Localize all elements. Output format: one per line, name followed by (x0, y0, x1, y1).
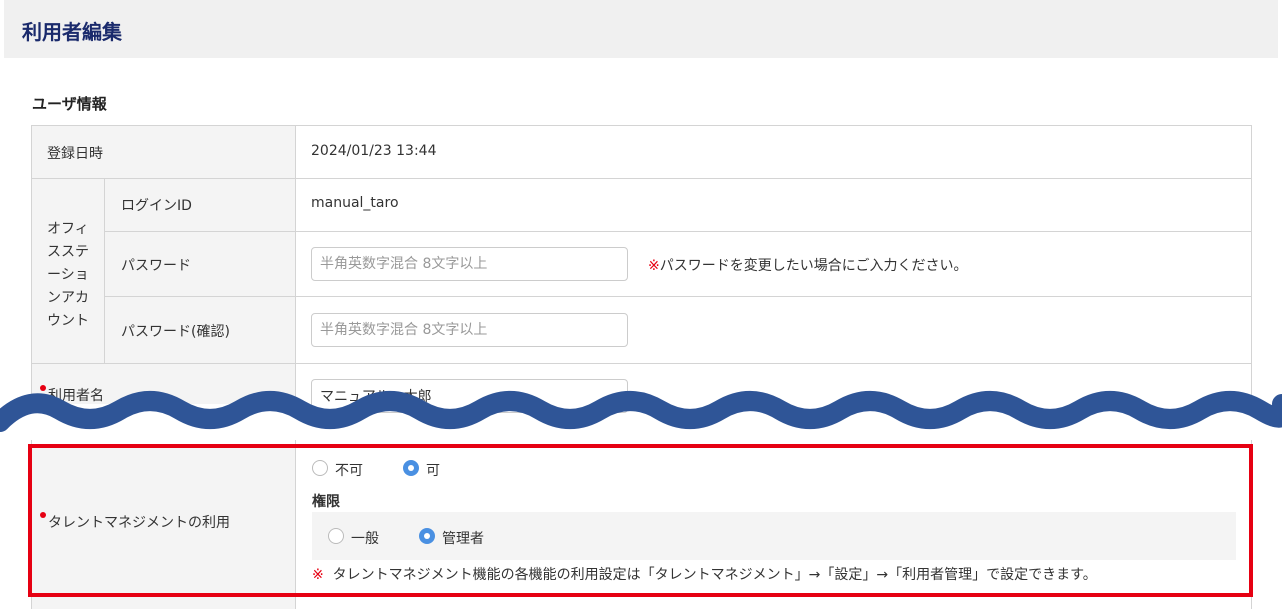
note-mark: ※ (648, 258, 660, 274)
password-input[interactable] (311, 247, 628, 281)
section-break-wave (0, 391, 1282, 432)
login-id-label: ログインID (121, 198, 192, 214)
password-note: ※パスワードを変更したい場合にご入力ください。 (648, 255, 967, 275)
highlight-box (28, 444, 1253, 597)
page-header: 利用者編集 (4, 0, 1278, 58)
section-title: ユーザ情報 (32, 95, 107, 113)
registered-value: 2024/01/23 13:44 (311, 143, 437, 159)
login-id-value: manual_taro (311, 195, 399, 211)
password-note-text: パスワードを変更したい場合にご入力ください。 (659, 258, 968, 274)
password-confirm-input[interactable] (311, 313, 628, 347)
password-label: パスワード (121, 258, 191, 274)
office-account-label: オフィ スステ ーショ ンアカ ウント (47, 221, 89, 329)
registered-label: 登録日時 (47, 146, 103, 162)
page-title: 利用者編集 (22, 20, 122, 44)
password-confirm-label: パスワード(確認) (121, 324, 230, 340)
